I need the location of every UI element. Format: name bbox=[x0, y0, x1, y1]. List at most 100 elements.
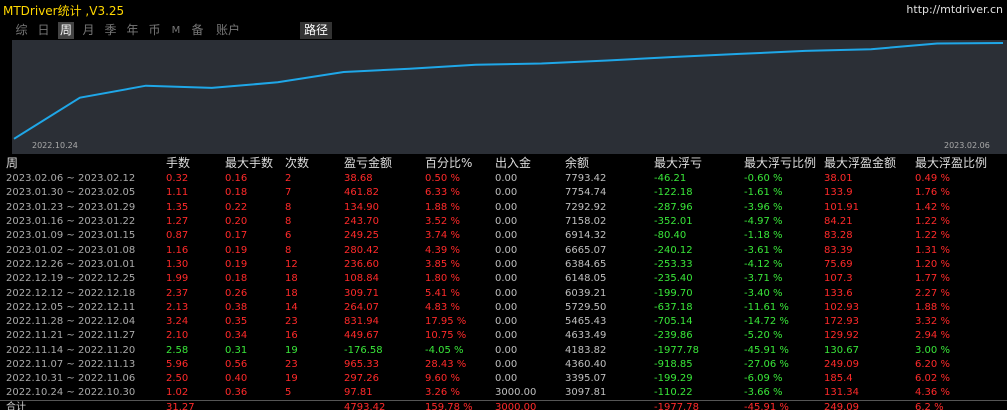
value-cell: -239.86 bbox=[654, 330, 693, 342]
table-row[interactable]: 2022.10.31 ~ 2022.11.06 2.50 0.40 19 297.26 9… bbox=[0, 372, 1007, 386]
value-cell: 12 bbox=[285, 258, 298, 270]
period-cell: 2022.11.28 ~ 2022.12.04 bbox=[6, 316, 136, 328]
value-cell: 0.22 bbox=[225, 201, 248, 213]
col-header[interactable]: 最大浮亏 bbox=[654, 155, 744, 172]
value-cell: 0.18 bbox=[225, 187, 248, 199]
col-header[interactable]: 最大浮盈比例 bbox=[915, 155, 1007, 172]
value-cell: 6.20 % bbox=[915, 359, 950, 370]
value-cell: 134.90 bbox=[344, 201, 379, 213]
tab-daily[interactable]: 日 bbox=[36, 22, 51, 39]
value-cell: 14 bbox=[285, 301, 298, 313]
value-cell: 7754.74 bbox=[565, 187, 607, 199]
value-cell: -199.70 bbox=[654, 287, 693, 299]
table-row[interactable]: 2022.11.07 ~ 2022.11.13 5.96 0.56 23 965.33 2… bbox=[0, 358, 1007, 372]
value-cell: 5465.43 bbox=[565, 316, 607, 328]
value-cell: 4.39 % bbox=[425, 244, 460, 256]
tab-account[interactable]: 账户 bbox=[213, 22, 243, 39]
value-cell: -110.22 bbox=[654, 387, 693, 399]
website-link[interactable]: http://mtdriver.cn bbox=[906, 3, 1003, 16]
table-row[interactable]: 2022.10.24 ~ 2022.10.30 1.02 0.36 5 97.81 3.2… bbox=[0, 386, 1007, 401]
value-cell: 133.6 bbox=[824, 287, 853, 299]
table-row[interactable]: 2023.01.23 ~ 2023.01.29 1.35 0.22 8 134.90 1.… bbox=[0, 201, 1007, 215]
value-cell: 6148.05 bbox=[565, 273, 607, 285]
value-cell bbox=[285, 400, 344, 410]
tab-weekly[interactable]: 周 bbox=[58, 22, 74, 39]
value-cell: 19 bbox=[285, 373, 298, 385]
tab-quarterly[interactable]: 季 bbox=[103, 22, 118, 39]
table-row[interactable]: 2023.01.09 ~ 2023.01.15 0.87 0.17 6 249.25 3.… bbox=[0, 229, 1007, 243]
col-header[interactable]: 最大浮盈金额 bbox=[824, 155, 915, 172]
value-cell: 3395.07 bbox=[565, 373, 607, 385]
value-cell: 4.83 % bbox=[425, 301, 460, 313]
table-row[interactable]: 2023.01.02 ~ 2023.01.08 1.16 0.19 8 280.42 4.… bbox=[0, 243, 1007, 257]
value-cell: 131.34 bbox=[824, 387, 859, 399]
value-cell: 243.70 bbox=[344, 216, 379, 228]
period-cell: 2022.11.07 ~ 2022.11.13 bbox=[6, 359, 136, 370]
value-cell: -3.71 % bbox=[744, 273, 783, 285]
period-cell: 合计 bbox=[0, 400, 166, 410]
value-cell: 0.00 bbox=[495, 316, 518, 328]
tab-path[interactable]: 路径 bbox=[300, 22, 332, 39]
tab-notes[interactable]: 备 bbox=[190, 22, 205, 39]
value-cell: -4.05 % bbox=[425, 344, 464, 356]
total-row[interactable]: 合计 31.27 4793.42 159.78 % 3000.00 -1977.78 -45… bbox=[0, 400, 1007, 410]
value-cell: 449.67 bbox=[344, 330, 379, 342]
col-header[interactable]: 百分比% bbox=[425, 155, 495, 172]
value-cell: 2.58 bbox=[166, 344, 189, 356]
period-cell: 2023.01.23 ~ 2023.01.29 bbox=[6, 201, 136, 213]
value-cell: 130.67 bbox=[824, 344, 859, 356]
tab-summary[interactable]: 综 bbox=[14, 22, 29, 39]
col-header[interactable]: 次数 bbox=[285, 155, 344, 172]
value-cell: 4.36 % bbox=[915, 387, 950, 399]
value-cell: 264.07 bbox=[344, 301, 379, 313]
value-cell: 8 bbox=[285, 216, 292, 228]
col-header[interactable]: 周 bbox=[0, 155, 166, 172]
table-row[interactable]: 2023.01.16 ~ 2023.01.22 1.27 0.20 8 243.70 3.… bbox=[0, 215, 1007, 229]
table-row[interactable]: 2022.12.12 ~ 2022.12.18 2.37 0.26 18 309.71 5… bbox=[0, 286, 1007, 300]
value-cell: 4793.42 bbox=[344, 400, 425, 410]
tab-yearly[interactable]: 年 bbox=[125, 22, 140, 39]
value-cell: 0.16 bbox=[225, 173, 248, 185]
period-cell: 2023.02.06 ~ 2023.02.12 bbox=[6, 173, 136, 185]
value-cell: 0.50 % bbox=[425, 173, 460, 185]
tab-magic[interactable]: M bbox=[170, 22, 182, 39]
table-row[interactable]: 2022.11.21 ~ 2022.11.27 2.10 0.34 16 449.67 1… bbox=[0, 329, 1007, 343]
value-cell: -4.97 % bbox=[744, 216, 783, 228]
value-cell bbox=[225, 400, 285, 410]
period-cell: 2023.01.02 ~ 2023.01.08 bbox=[6, 244, 136, 256]
value-cell: 0.00 bbox=[495, 230, 518, 242]
value-cell: 3.85 % bbox=[425, 258, 460, 270]
table-row[interactable]: 2022.12.26 ~ 2023.01.01 1.30 0.19 12 236.60 3… bbox=[0, 258, 1007, 272]
value-cell: 18 bbox=[285, 287, 298, 299]
value-cell: 8 bbox=[285, 244, 292, 256]
value-cell: 0.38 bbox=[225, 301, 248, 313]
col-header[interactable]: 出入金 bbox=[495, 155, 565, 172]
table-header: 周 手数 最大手数 次数 盈亏金额 百分比% 出入金 余额 最大浮亏 最大浮亏比… bbox=[0, 155, 1007, 172]
table-row[interactable]: 2022.12.05 ~ 2022.12.11 2.13 0.38 14 264.07 4… bbox=[0, 301, 1007, 315]
value-cell: 7793.42 bbox=[565, 173, 607, 185]
value-cell: 1.88 % bbox=[425, 201, 460, 213]
table-row[interactable]: 2022.11.14 ~ 2022.11.20 2.58 0.31 19 -176.58… bbox=[0, 344, 1007, 358]
period-cell: 2022.11.14 ~ 2022.11.20 bbox=[6, 344, 136, 356]
col-header[interactable]: 最大浮亏比例 bbox=[744, 155, 824, 172]
value-cell: 38.01 bbox=[824, 173, 853, 185]
value-cell: 5.96 bbox=[166, 359, 189, 370]
col-header[interactable]: 手数 bbox=[166, 155, 225, 172]
table-row[interactable]: 2023.02.06 ~ 2023.02.12 0.32 0.16 2 38.68 0.5… bbox=[0, 172, 1007, 186]
tab-currency[interactable]: 币 bbox=[147, 22, 162, 39]
value-cell: 965.33 bbox=[344, 359, 379, 370]
col-header[interactable]: 盈亏金额 bbox=[344, 155, 425, 172]
value-cell: -1.61 % bbox=[744, 187, 783, 199]
value-cell: 2.94 % bbox=[915, 330, 950, 342]
col-header[interactable]: 余额 bbox=[565, 155, 654, 172]
value-cell: 4633.49 bbox=[565, 330, 607, 342]
table-row[interactable]: 2023.01.30 ~ 2023.02.05 1.11 0.18 7 461.82 6.… bbox=[0, 186, 1007, 200]
table-row[interactable]: 2022.12.19 ~ 2022.12.25 1.99 0.18 18 108.84 1… bbox=[0, 272, 1007, 286]
value-cell: 172.93 bbox=[824, 316, 859, 328]
tab-monthly[interactable]: 月 bbox=[81, 22, 96, 39]
value-cell: -637.18 bbox=[654, 301, 693, 313]
table-row[interactable]: 2022.11.28 ~ 2022.12.04 3.24 0.35 23 831.94 1… bbox=[0, 315, 1007, 329]
value-cell: 101.91 bbox=[824, 201, 859, 213]
col-header[interactable]: 最大手数 bbox=[225, 155, 285, 172]
value-cell: 3.32 % bbox=[915, 316, 950, 328]
